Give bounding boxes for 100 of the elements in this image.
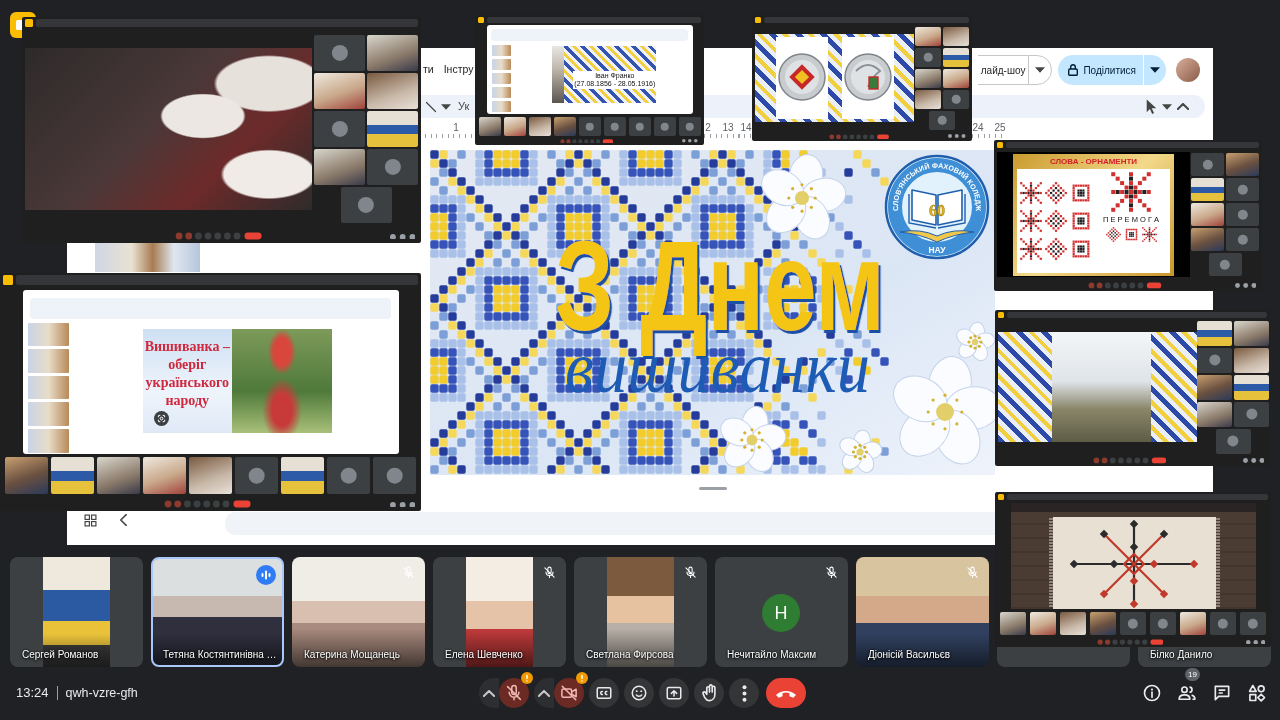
video-options-button[interactable] xyxy=(534,678,554,708)
chevron-left-icon[interactable] xyxy=(120,514,127,526)
present-button[interactable] xyxy=(659,678,689,708)
ornament-icon xyxy=(1111,171,1151,212)
lens-icon[interactable] xyxy=(154,411,170,427)
speaking-indicator-icon xyxy=(256,565,276,585)
participant-name: Тетяна Костянтинівна … xyxy=(163,648,277,661)
video-frame xyxy=(1197,374,1232,400)
chevron-up-icon[interactable] xyxy=(1177,103,1189,110)
avatar-icon xyxy=(660,122,669,131)
avatar-icon xyxy=(1202,159,1213,170)
participant-name: Сергей Романов xyxy=(22,648,99,661)
slide-title: СЛОВА - ОРНАМЕНТИ xyxy=(1048,156,1139,167)
video-frame xyxy=(528,117,551,136)
side-controls-drawing xyxy=(389,233,415,240)
ornament-icon xyxy=(1020,237,1042,260)
video-frame xyxy=(1000,612,1026,635)
video-frame xyxy=(1180,612,1206,635)
chevron-up-icon xyxy=(483,689,495,697)
activities-icon xyxy=(1247,683,1267,703)
side-controls-drawing xyxy=(948,134,966,139)
video-frame xyxy=(943,26,969,46)
slide-thumbnail[interactable] xyxy=(27,429,70,453)
raise-hand-button[interactable] xyxy=(694,678,724,708)
reactions-button[interactable] xyxy=(624,678,654,708)
meeting-time: 13:24 xyxy=(16,684,49,703)
slide-thumbnail[interactable] xyxy=(491,87,512,99)
ruler-number: 14 xyxy=(739,121,753,134)
avatar-icon xyxy=(610,122,619,131)
captions-button[interactable] xyxy=(589,678,619,708)
presentation-icon xyxy=(755,16,761,23)
microphone-off-icon xyxy=(684,566,697,579)
camera-button[interactable] xyxy=(554,678,584,708)
video-frame xyxy=(478,117,501,136)
microphone-button[interactable] xyxy=(499,678,529,708)
presentation-icon xyxy=(478,16,484,23)
slide-thumbnail[interactable] xyxy=(95,243,200,272)
speaker-notes-field[interactable] xyxy=(225,512,995,535)
slide-thumbnail[interactable] xyxy=(491,72,512,84)
account-avatar[interactable] xyxy=(1176,58,1200,82)
video-frame xyxy=(1030,612,1056,635)
video-frame xyxy=(1060,612,1086,635)
line-tool-icon[interactable] xyxy=(425,100,437,113)
microphone-off-icon xyxy=(825,566,838,579)
ruler-number: 2 xyxy=(704,121,712,134)
slide-thumbnail[interactable] xyxy=(27,375,70,400)
participant-count-badge: 19 xyxy=(1185,668,1200,681)
more-icon xyxy=(741,684,747,702)
present-screen-icon xyxy=(665,684,683,702)
emoji-icon xyxy=(630,684,648,702)
slide-thumbnail[interactable] xyxy=(27,349,70,373)
menu-item[interactable]: ти xyxy=(423,62,434,78)
slide-thumbnail[interactable] xyxy=(491,44,512,56)
slide-title: Вишиванка – оберіг українського народу xyxy=(143,337,231,410)
video-frame xyxy=(553,117,576,136)
slide-thumbnail[interactable] xyxy=(27,402,70,426)
avatar-icon xyxy=(937,115,947,125)
video-frame xyxy=(915,26,941,46)
video-frame xyxy=(915,68,941,88)
resize-handle[interactable] xyxy=(699,487,727,490)
video-frame xyxy=(1090,612,1116,635)
menu-item[interactable]: Інстру xyxy=(443,62,474,78)
audio-options-button[interactable] xyxy=(479,678,499,708)
flower-drawing xyxy=(720,405,787,473)
pointer-icon[interactable] xyxy=(1146,99,1157,114)
presentation-icon xyxy=(998,311,1004,318)
ruler-number: 25 xyxy=(993,121,1007,134)
participant-name: Білко Данило xyxy=(1150,648,1213,661)
video-frame xyxy=(51,457,94,494)
avatar-icon xyxy=(1219,259,1231,270)
video-frame xyxy=(943,68,969,88)
ornament-icon xyxy=(1020,209,1042,232)
share-menu-button[interactable] xyxy=(1143,55,1166,85)
slide-thumbnail[interactable] xyxy=(27,322,70,347)
avatar-icon xyxy=(1237,209,1248,220)
slideshow-button[interactable]: лайд-шоу xyxy=(977,55,1029,85)
share-button[interactable]: Поділитися xyxy=(1058,55,1143,85)
ornament-icon xyxy=(1141,226,1157,242)
participant-name: Светлана Фирсова xyxy=(586,648,674,661)
leave-call-button[interactable] xyxy=(766,678,806,708)
microphone-off-icon xyxy=(543,566,556,579)
more-options-button[interactable] xyxy=(729,678,759,708)
meeting-controls-drawing xyxy=(559,138,614,144)
microphone-off-icon xyxy=(402,566,415,579)
slide-thumbnail[interactable] xyxy=(491,101,512,113)
caret-down-icon[interactable] xyxy=(441,103,451,110)
slide-thumbnail[interactable] xyxy=(491,58,512,70)
presentation-icon xyxy=(997,141,1003,148)
video-frame xyxy=(1234,347,1269,373)
avatar-icon xyxy=(685,122,694,131)
people-icon xyxy=(1177,683,1197,703)
caret-down-icon[interactable] xyxy=(1162,103,1172,110)
avatar-icon xyxy=(1208,354,1221,366)
video-frame xyxy=(1197,401,1232,427)
grid-view-icon[interactable] xyxy=(84,514,97,527)
participant-name: Нечитайло Максим xyxy=(727,648,817,661)
slideshow-menu-button[interactable] xyxy=(1028,55,1053,85)
avatar-icon xyxy=(1237,184,1248,195)
presentation-icon xyxy=(3,274,13,285)
toolbar-text[interactable]: Ук xyxy=(458,98,470,115)
